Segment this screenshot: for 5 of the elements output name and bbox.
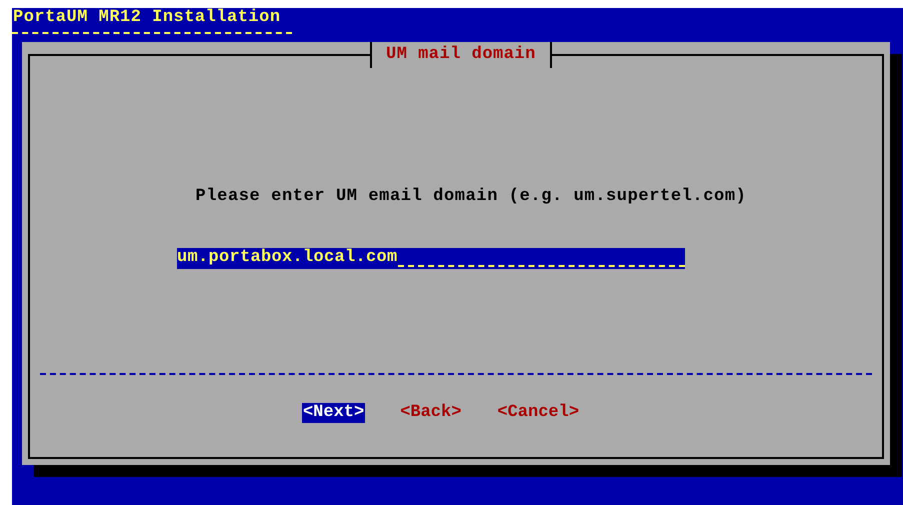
domain-field[interactable]: um.portabox.local.com	[177, 248, 685, 268]
dialog-title: UM mail domain	[370, 42, 552, 68]
prompt-text: Please enter UM email domain (e.g. um.supertel.com)	[196, 186, 746, 208]
dialog-button[interactable]: <Next>	[302, 402, 366, 422]
window-title: PortaUM MR12 Installation	[12, 8, 281, 28]
